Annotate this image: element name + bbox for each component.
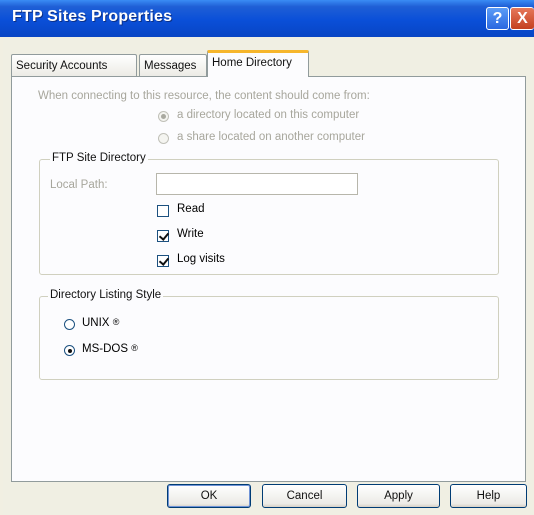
radio-ms-dos-label: MS-DOS ® — [82, 343, 138, 355]
tab-home-directory[interactable]: Home Directory — [207, 50, 309, 77]
help-icon[interactable]: ? — [486, 7, 509, 30]
apply-button[interactable]: Apply — [357, 484, 440, 508]
radio-network-share[interactable] — [158, 133, 169, 144]
radio-network-share-label: a share located on another computer — [177, 131, 365, 143]
read-checkbox-label: Read — [177, 203, 205, 215]
help-button[interactable]: Help — [450, 484, 527, 508]
radio-ms-dos[interactable] — [64, 345, 75, 356]
tab-messages[interactable]: Messages — [139, 54, 207, 76]
write-checkbox-label: Write — [177, 228, 204, 240]
home-directory-panel: When connecting to this resource, the co… — [11, 76, 526, 482]
ftp-site-directory-legend: FTP Site Directory — [50, 152, 148, 164]
local-path-input[interactable] — [156, 173, 358, 195]
close-icon[interactable]: X — [510, 7, 534, 30]
radio-unix-label: UNIX ® — [82, 317, 120, 329]
radio-unix[interactable] — [64, 319, 75, 330]
window-title: FTP Sites Properties — [12, 8, 173, 25]
ok-button[interactable]: OK — [167, 484, 251, 508]
directory-listing-style-group: Directory Listing Style UNIX ® MS-DOS ® — [39, 289, 499, 380]
dialog-client-area: Security Accounts Messages Home Director… — [3, 37, 534, 515]
content-source-prompt: When connecting to this resource, the co… — [38, 90, 370, 102]
cancel-button[interactable]: Cancel — [262, 484, 347, 508]
directory-listing-style-legend: Directory Listing Style — [48, 289, 164, 301]
title-bar[interactable]: FTP Sites Properties ? X — [0, 0, 534, 37]
ftp-site-directory-group: FTP Site Directory Local Path: Read Writ… — [39, 152, 499, 275]
read-checkbox[interactable] — [157, 205, 169, 217]
radio-local-directory-label: a directory located on this computer — [177, 109, 360, 121]
log-visits-checkbox[interactable] — [157, 255, 169, 267]
log-visits-checkbox-label: Log visits — [177, 253, 225, 265]
local-path-label: Local Path: — [50, 179, 108, 191]
tab-security-accounts[interactable]: Security Accounts — [11, 54, 137, 76]
ftp-sites-properties-dialog: FTP Sites Properties ? X Security Accoun… — [0, 0, 534, 515]
write-checkbox[interactable] — [157, 230, 169, 242]
radio-local-directory[interactable] — [158, 111, 169, 122]
